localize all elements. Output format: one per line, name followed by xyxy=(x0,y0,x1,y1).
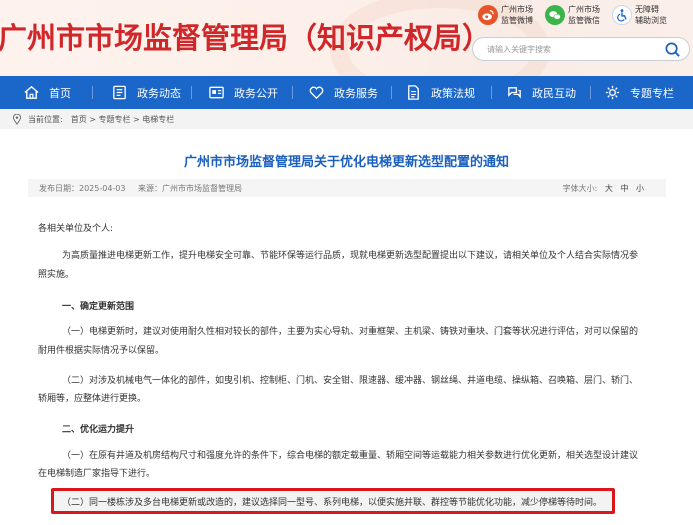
font-size-small[interactable]: 小 xyxy=(636,184,644,193)
nav-label-home: 首页 xyxy=(49,86,71,100)
accessibility-icon xyxy=(612,5,632,25)
nav-label-policy: 政策法规 xyxy=(431,86,475,100)
nav-label-news: 政务动态 xyxy=(137,86,181,100)
breadcrumb: 当前位置: 首页 > 专题专栏 > 电梯专栏 xyxy=(0,109,693,129)
section1-para1-line1: （一）电梯更新时，建议对使用耐久性相对较长的部件，主要为实心导轨、对重框架、主机… xyxy=(62,327,639,337)
nav-divider xyxy=(92,86,93,99)
header-links: 广州市场监管微博 广州市场监管微信 无障碍辅助浏览 xyxy=(478,4,671,26)
nav-item-open[interactable]: 政务公开 xyxy=(208,84,278,101)
heart-icon xyxy=(309,86,324,100)
nav-item-policy[interactable]: 政策法规 xyxy=(405,84,475,101)
document-icon xyxy=(408,85,419,100)
nav-divider xyxy=(491,86,492,99)
section-heading-1: 一、确定更新范围 xyxy=(62,302,135,312)
site-header: 广州市市场监督管理局（知识产权局） 广州市场监管微博 广州市场监管微信 无障碍辅… xyxy=(0,0,693,76)
home-icon xyxy=(24,85,39,99)
search-icon[interactable] xyxy=(664,41,681,58)
section1-para1-line2: 耐用件根据实际情况予以保留。 xyxy=(38,346,165,356)
wechat-icon xyxy=(545,5,565,25)
news-icon xyxy=(113,85,126,100)
nav-label-interaction: 政民互动 xyxy=(532,86,576,100)
nav-item-interaction[interactable]: 政民互动 xyxy=(506,84,576,101)
font-size-large[interactable]: 大 xyxy=(605,184,613,193)
gear-icon xyxy=(605,85,620,100)
search-box xyxy=(472,37,690,61)
weibo-icon xyxy=(478,5,498,25)
section1-para2-line1: （二）对涉及机械电气一体化的部件，如曳引机、控制柜、门机、安全钳、限速器、缓冲器… xyxy=(62,376,639,386)
weibo-link[interactable]: 广州市场 监管微博 xyxy=(478,4,537,26)
article-title: 广州市市场监督管理局关于优化电梯更新选型配置的通知 xyxy=(183,155,509,170)
wechat-label-2: 监管微信 xyxy=(568,16,600,25)
weibo-label-1: 广州市场 xyxy=(501,5,533,14)
location-pin-icon xyxy=(12,113,22,125)
accessibility-link[interactable]: 无障碍 辅助浏览 xyxy=(612,4,671,26)
nav-label-open: 政务公开 xyxy=(234,86,278,100)
nav-divider xyxy=(292,86,293,99)
intro-line-1: 为高质量推进电梯更新工作，提升电梯安全可靠、节能环保等运行品质，现就电梯更新选型… xyxy=(62,251,639,261)
wechat-label-1: 广州市场 xyxy=(568,5,600,14)
publish-date: 发布日期：2025-04-03 xyxy=(39,184,126,193)
nav-item-special[interactable]: 专题专栏 xyxy=(604,84,674,101)
section-heading-2: 二、优化运力提升 xyxy=(62,425,135,435)
nav-divider xyxy=(391,86,392,99)
nav-label-service: 政务服务 xyxy=(334,86,378,100)
weibo-label-2: 监管微博 xyxy=(501,16,533,25)
nav-item-home[interactable]: 首页 xyxy=(23,84,71,101)
article-meta: 发布日期：2025-04-03 来源：广州市市场监督管理局 字体大小: 大 中 … xyxy=(28,179,666,197)
open-icon xyxy=(209,86,224,99)
search-input[interactable] xyxy=(487,42,657,57)
section2-para1-line2: 在电梯制造厂家指导下进行。 xyxy=(38,469,156,479)
site-title[interactable]: 广州市市场监督管理局（知识产权局） xyxy=(0,15,491,57)
interaction-icon xyxy=(508,87,521,99)
nav-item-service[interactable]: 政务服务 xyxy=(308,84,378,101)
font-size-control: 字体大小: 大 中 小 xyxy=(563,183,644,194)
font-size-label: 字体大小: xyxy=(562,184,598,193)
accessibility-label-2: 辅助浏览 xyxy=(635,16,667,25)
greeting: 各相关单位及个人: xyxy=(38,224,114,234)
nav-divider xyxy=(590,86,591,99)
nav-item-news[interactable]: 政务动态 xyxy=(111,84,181,101)
nav-divider xyxy=(191,86,192,99)
main-nav: 首页 政务动态 政务公开 政务服务 政策法规 政民互动 专题专栏 xyxy=(0,76,693,109)
accessibility-label-1: 无障碍 xyxy=(635,5,659,14)
breadcrumb-path[interactable]: 首页 > 专题专栏 > 电梯专栏 xyxy=(71,114,175,125)
nav-label-special: 专题专栏 xyxy=(630,86,674,100)
wechat-link[interactable]: 广州市场 监管微信 xyxy=(545,4,604,26)
font-size-medium[interactable]: 中 xyxy=(620,184,628,193)
intro-line-2: 照实施。 xyxy=(38,270,75,280)
breadcrumb-prefix: 当前位置: xyxy=(28,114,63,124)
section2-para1-line1: （一）在原有井道及机房结构尺寸和强度允许的条件下，综合电梯的额定载重量、轿厢空间… xyxy=(62,451,639,461)
section2-para2-highlighted: （二）同一楼栋涉及多台电梯更新或改造的，建议选择同一型号、系列电梯，以便实施并联… xyxy=(62,498,603,508)
section1-para2-line2: 轿厢等，应整体进行更换。 xyxy=(38,394,147,404)
article-source: 来源：广州市市场监督管理局 xyxy=(138,184,242,193)
